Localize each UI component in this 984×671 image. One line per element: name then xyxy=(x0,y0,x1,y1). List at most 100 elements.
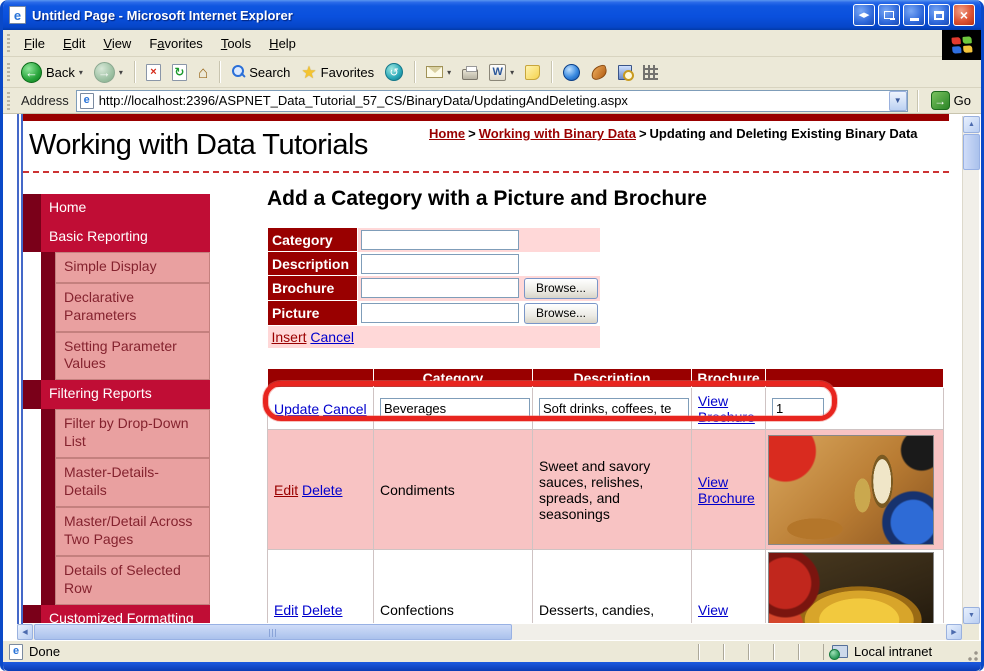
sidebar-tab xyxy=(41,507,55,556)
toolbar-grip[interactable] xyxy=(7,92,10,110)
word-dropdown-icon[interactable]: ▾ xyxy=(510,68,514,77)
address-input[interactable]: e http://localhost:2396/ASPNET_Data_Tuto… xyxy=(76,90,908,112)
edit-description-input[interactable] xyxy=(539,398,689,420)
category-cell: Confections xyxy=(374,550,533,624)
titlebar-arrows-button[interactable]: ◀▶ xyxy=(853,4,875,26)
menu-favorites[interactable]: Favorites xyxy=(141,32,210,55)
status-empty-pane xyxy=(773,644,798,660)
stop-button[interactable]: × xyxy=(142,62,165,83)
sidebar-item-customized-formatting[interactable]: Customized Formatting xyxy=(23,605,210,624)
sidebar-tab xyxy=(23,380,41,409)
discuss-button[interactable] xyxy=(521,63,544,82)
toolbar-grip[interactable] xyxy=(7,63,10,81)
menu-help[interactable]: Help xyxy=(261,32,304,55)
delete-link[interactable]: Delete xyxy=(302,482,342,498)
horizontal-scroll-thumb[interactable] xyxy=(34,624,512,640)
mail-button[interactable]: ▾ xyxy=(422,64,455,80)
category-field[interactable] xyxy=(361,230,519,250)
grid-icon xyxy=(643,65,658,80)
breadcrumb-section-link[interactable]: Working with Binary Data xyxy=(479,126,636,141)
research-button[interactable] xyxy=(614,63,636,82)
view-brochure-link[interactable]: View Brochure xyxy=(698,474,755,506)
sidebar-item-filtering-reports[interactable]: Filtering Reports xyxy=(23,380,210,409)
messenger-button[interactable] xyxy=(559,62,584,83)
insert-cancel-link[interactable]: Cancel xyxy=(310,329,354,345)
sidebar-item-declarative-parameters[interactable]: Declarative Parameters xyxy=(41,283,210,332)
edit-picture-input[interactable] xyxy=(772,398,824,420)
favorites-button[interactable]: ★ Favorites xyxy=(297,62,378,83)
description-field[interactable] xyxy=(361,254,519,274)
sidebar-item-details-of-selected-row[interactable]: Details of Selected Row xyxy=(41,556,210,605)
insert-link[interactable]: Insert xyxy=(272,329,307,345)
grid-row-condiments: Edit Delete Condiments Sweet and savory … xyxy=(268,430,944,550)
view-brochure-link[interactable]: View xyxy=(698,602,728,618)
search-button[interactable]: Search xyxy=(227,63,294,82)
resize-grip[interactable] xyxy=(965,648,979,662)
site-title: Working with Data Tutorials xyxy=(29,129,368,162)
picture-upload-field[interactable] xyxy=(361,303,519,323)
edit-link[interactable]: Edit xyxy=(274,602,298,618)
quick-launch-button[interactable] xyxy=(639,63,662,82)
sidebar-item-filter-by-dropdown-list[interactable]: Filter by Drop-Down List xyxy=(41,409,210,458)
refresh-button[interactable]: ↻ xyxy=(168,62,191,83)
vertical-scrollbar[interactable]: ▲ ▼ xyxy=(962,116,979,624)
sidebar-item-home[interactable]: Home xyxy=(23,194,210,223)
picture-browse-button[interactable]: Browse... xyxy=(524,303,598,324)
horizontal-scrollbar[interactable]: ◀ ▶ xyxy=(17,624,962,640)
categories-grid-wrap: Category Description Brochure Update Can… xyxy=(267,368,943,623)
status-pane: e Done xyxy=(5,644,698,660)
edit-category-input[interactable] xyxy=(380,398,530,420)
sidebar-tab xyxy=(41,409,55,458)
delete-link[interactable]: Delete xyxy=(302,602,342,618)
scroll-right-icon: ▶ xyxy=(951,628,956,636)
forward-button[interactable]: → ▾ xyxy=(90,60,127,85)
sidebar-item-simple-display[interactable]: Simple Display xyxy=(41,252,210,283)
view-brochure-link[interactable]: View Brochure xyxy=(698,393,755,425)
scroll-right-button[interactable]: ▶ xyxy=(946,624,962,640)
toolbar-separator xyxy=(551,61,552,83)
breadcrumb-separator: > xyxy=(468,126,476,141)
breadcrumb-home-link[interactable]: Home xyxy=(429,126,465,141)
menu-tools[interactable]: Tools xyxy=(213,32,259,55)
home-button[interactable]: ⌂ xyxy=(194,62,212,83)
menu-file[interactable]: File xyxy=(16,32,53,55)
maximize-button[interactable] xyxy=(928,4,950,26)
research-icon xyxy=(618,65,632,80)
scroll-up-button[interactable]: ▲ xyxy=(963,116,980,133)
sidebar-item-setting-parameter-values[interactable]: Setting Parameter Values xyxy=(41,332,210,381)
brochure-upload-field[interactable] xyxy=(361,278,519,298)
forward-dropdown-icon[interactable]: ▾ xyxy=(119,68,123,77)
scroll-up-icon: ▲ xyxy=(968,121,975,128)
grid-header-picture xyxy=(766,369,944,388)
back-button[interactable]: ← Back ▾ xyxy=(17,60,87,85)
cancel-link[interactable]: Cancel xyxy=(323,401,367,417)
update-link[interactable]: Update xyxy=(274,401,319,417)
print-button[interactable] xyxy=(458,63,482,82)
windows-flag-icon xyxy=(951,36,972,53)
toolbar-separator xyxy=(134,61,135,83)
sidebar-item-master-details-details[interactable]: Master-Details-Details xyxy=(41,458,210,507)
address-dropdown-button[interactable]: ▼ xyxy=(889,91,907,111)
titlebar-popout-button[interactable] xyxy=(878,4,900,26)
menu-edit[interactable]: Edit xyxy=(55,32,93,55)
minimize-button[interactable] xyxy=(903,4,925,26)
addon-button-1[interactable] xyxy=(587,64,611,81)
close-button[interactable]: × xyxy=(953,4,975,26)
sidebar-item-basic-reporting[interactable]: Basic Reporting xyxy=(23,223,210,252)
back-dropdown-icon[interactable]: ▾ xyxy=(79,68,83,77)
go-button[interactable]: → Go xyxy=(927,90,975,111)
history-button[interactable]: ↺ xyxy=(381,61,407,83)
mail-dropdown-icon[interactable]: ▾ xyxy=(447,68,451,77)
vertical-scroll-thumb[interactable] xyxy=(963,134,980,170)
sidebar-item-master-detail-two-pages[interactable]: Master/Detail Across Two Pages xyxy=(41,507,210,556)
breadcrumb-current: Updating and Deleting Existing Binary Da… xyxy=(650,126,918,141)
edit-with-word-button[interactable]: W ▾ xyxy=(485,62,518,83)
address-bar: Address e http://localhost:2396/ASPNET_D… xyxy=(3,88,981,114)
brochure-browse-button[interactable]: Browse... xyxy=(524,278,598,299)
menu-view[interactable]: View xyxy=(95,32,139,55)
scroll-down-button[interactable]: ▼ xyxy=(963,607,980,624)
grid-edit-row: Update Cancel View Brochure xyxy=(268,388,944,430)
toolbar-grip[interactable] xyxy=(7,34,10,52)
scroll-left-button[interactable]: ◀ xyxy=(17,624,33,640)
edit-link[interactable]: Edit xyxy=(274,482,298,498)
